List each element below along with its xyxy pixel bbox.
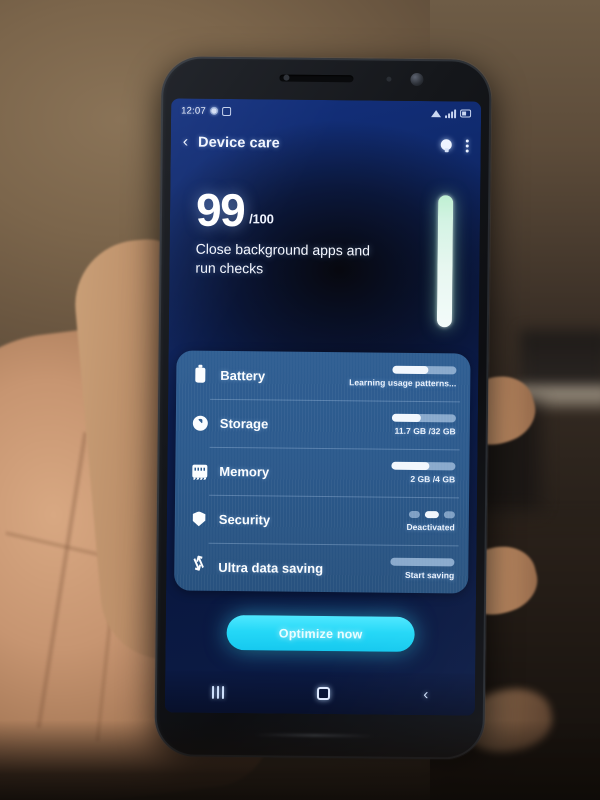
list-item-battery[interactable]: Battery Learning usage patterns... <box>176 350 470 401</box>
device-score-text: 99 /100 Close background apps and run ch… <box>195 183 410 327</box>
navigation-bar: ‹ <box>164 670 476 716</box>
foreground-shadow <box>0 720 600 800</box>
list-item-storage[interactable]: Storage 11.7 GB /32 GB <box>176 398 470 449</box>
wifi-icon <box>431 109 442 117</box>
device-care-card: Battery Learning usage patterns... Stora… <box>174 350 471 594</box>
earpiece-speaker <box>279 74 354 83</box>
score-gauge <box>436 195 453 328</box>
list-item-label: Storage <box>219 415 269 431</box>
list-item-status: Learning usage patterns... <box>349 365 457 389</box>
light-sensor <box>386 76 392 82</box>
optimize-now-label: Optimize now <box>278 626 363 641</box>
back-button[interactable]: ‹ <box>183 134 189 151</box>
list-item-label: Ultra data saving <box>218 559 324 576</box>
memory-status-text: 2 GB /4 GB <box>410 473 456 485</box>
ultra-data-saving-progress-bar <box>390 557 455 567</box>
list-item-status: 2 GB /4 GB <box>391 461 456 485</box>
background-furniture <box>520 330 600 390</box>
battery-status-text: Learning usage patterns... <box>349 377 457 389</box>
battery-icon <box>460 109 472 118</box>
app-bar-actions <box>441 138 469 153</box>
list-item-label: Security <box>218 511 271 527</box>
gear-icon <box>209 106 218 115</box>
battery-progress-bar <box>392 365 457 375</box>
tips-bulb-icon[interactable] <box>441 139 452 152</box>
screenshot-icon <box>221 106 231 116</box>
photo-scene: 12:07 ‹ Device care 99 /100 Close backgr… <box>0 0 600 800</box>
security-status-text: Deactivated <box>406 521 455 532</box>
security-shield-icon <box>187 511 211 526</box>
recents-icon[interactable] <box>211 685 224 699</box>
signal-icon <box>445 108 457 118</box>
proximity-sensor <box>283 74 290 81</box>
status-bar-right <box>431 108 472 118</box>
home-icon[interactable] <box>316 686 331 700</box>
score-denominator: /100 <box>249 211 274 227</box>
list-item-label: Memory <box>219 463 270 479</box>
optimize-section: Optimize now <box>165 614 475 652</box>
score-row: 99 /100 <box>195 183 410 237</box>
phone-screen: 12:07 ‹ Device care 99 /100 Close backgr… <box>164 98 482 716</box>
security-dots-indicator <box>408 510 455 518</box>
score-gauge-column <box>409 191 480 328</box>
list-item-status: Deactivated <box>406 510 455 532</box>
status-bar: 12:07 <box>171 98 481 125</box>
storage-icon <box>188 415 212 431</box>
battery-icon <box>188 367 212 383</box>
storage-progress-bar <box>391 413 456 423</box>
storage-status-text: 11.7 GB /32 GB <box>394 425 456 437</box>
list-item-memory[interactable]: Memory 2 GB /4 GB <box>175 446 469 497</box>
ultra-data-saving-icon <box>186 560 210 574</box>
more-options-icon[interactable] <box>465 138 469 153</box>
front-camera <box>410 72 424 87</box>
back-icon[interactable]: ‹ <box>423 686 428 703</box>
page-title: Device care <box>198 134 280 152</box>
device-score-section: 99 /100 Close background apps and run ch… <box>169 162 481 328</box>
status-bar-left: 12:07 <box>181 105 231 117</box>
optimize-now-button[interactable]: Optimize now <box>226 615 415 652</box>
score-value: 99 <box>195 183 245 237</box>
app-bar: ‹ Device care <box>171 122 481 165</box>
list-item-security[interactable]: Security Deactivated <box>175 494 469 545</box>
status-bar-time: 12:07 <box>181 104 206 117</box>
memory-progress-bar <box>391 461 456 471</box>
list-item-status: 11.7 GB /32 GB <box>391 413 456 437</box>
smartphone-device: 12:07 ‹ Device care 99 /100 Close backgr… <box>154 56 492 760</box>
memory-icon <box>187 464 211 478</box>
list-item-ultra-data-saving[interactable]: Ultra data saving Start saving <box>174 542 468 593</box>
list-item-status: Start saving <box>390 557 455 581</box>
ultra-data-saving-status-text: Start saving <box>404 569 455 581</box>
score-message: Close background apps and run checks <box>195 240 371 277</box>
list-item-label: Battery <box>220 367 266 383</box>
